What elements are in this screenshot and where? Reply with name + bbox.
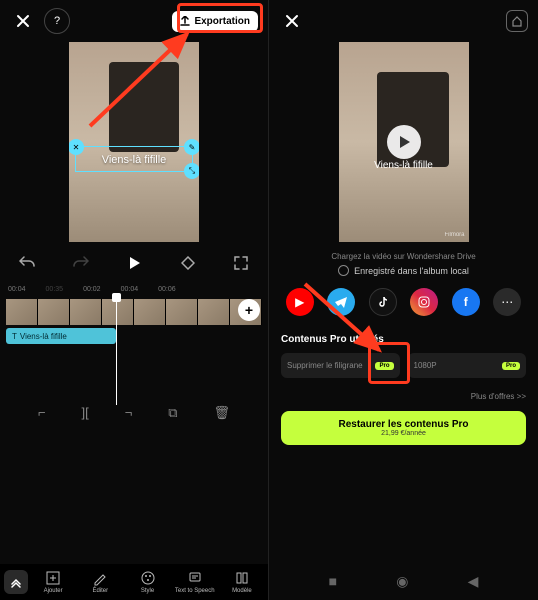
time-mark: 00:02: [83, 286, 101, 293]
model-tool[interactable]: Modèle: [220, 570, 264, 594]
expand-button[interactable]: [4, 570, 28, 594]
topbar: ? Exportation: [0, 0, 268, 42]
android-nav: ■ ◉ ◀: [269, 563, 538, 600]
nav-home-icon[interactable]: ◉: [396, 573, 408, 590]
preview-subject: [109, 62, 179, 152]
more-offers-link[interactable]: Plus d'offres >>: [269, 386, 538, 407]
tiktok-icon[interactable]: [369, 288, 397, 316]
pro-badge: Pro: [502, 362, 520, 370]
delete-handle-icon[interactable]: ✕: [69, 139, 84, 155]
edit-handle-icon[interactable]: ✎: [184, 139, 199, 155]
thumb: [166, 299, 198, 325]
add-clip-button[interactable]: +: [238, 299, 260, 321]
remove-watermark-button[interactable]: Supprimer le filigrane Pro: [281, 353, 400, 378]
btn-label: Supprimer le filigrane: [287, 361, 363, 370]
help-button[interactable]: ?: [44, 8, 70, 34]
facebook-icon[interactable]: f: [452, 288, 480, 316]
topbar: [269, 0, 538, 42]
timecode-ruler: 00:04 00:35 00:02 00:04 00:06: [0, 284, 268, 295]
export-preview[interactable]: Viens-là fifille Filmora: [339, 42, 469, 242]
thumb: [198, 299, 230, 325]
share-row: ▶ f ⋯: [269, 284, 538, 326]
delete-icon[interactable]: 🗑: [214, 405, 231, 421]
undo-button[interactable]: [14, 250, 40, 276]
close-button[interactable]: [10, 8, 36, 34]
thumb: [102, 299, 134, 325]
copy-icon[interactable]: ⧉: [168, 405, 177, 421]
clip-thumbnails[interactable]: [6, 299, 262, 325]
time-total: 00:35: [46, 286, 64, 293]
thumb: [70, 299, 102, 325]
tool-label: Modèle: [232, 588, 252, 594]
timeline[interactable]: + T Viens-là fifille: [0, 295, 268, 355]
split-icon[interactable]: ][: [82, 405, 89, 421]
bottom-toolbar: Ajouter Éditer Style Text to Speech Modè…: [0, 564, 268, 600]
overlay-text[interactable]: Viens-là fifille: [79, 154, 189, 166]
restore-title: Restaurer les contenus Pro: [289, 419, 518, 430]
thumb: [6, 299, 38, 325]
style-tool[interactable]: Style: [125, 570, 169, 594]
youtube-icon[interactable]: ▶: [286, 288, 314, 316]
nav-recent-icon[interactable]: ■: [329, 573, 337, 590]
time-mark: 00:04: [121, 286, 139, 293]
watermark: Filmora: [444, 232, 464, 238]
split-right-icon[interactable]: ¬: [125, 405, 133, 421]
tool-label: Style: [141, 588, 154, 594]
playhead[interactable]: [116, 295, 117, 405]
keyframe-button[interactable]: [175, 250, 201, 276]
tool-label: Text to Speech: [175, 588, 215, 594]
pro-badge: Pro: [375, 362, 393, 370]
time-mark: 00:06: [158, 286, 176, 293]
export-label: Exportation: [194, 16, 250, 27]
text-clip-label: Viens-là fifille: [20, 332, 67, 341]
video-preview[interactable]: ✕ ✎ ⤡ Viens-là fifille: [69, 42, 199, 242]
restore-price: 21,99 €/année: [289, 430, 518, 437]
export-button[interactable]: Exportation: [172, 11, 258, 32]
resolution-button[interactable]: 1080P Pro: [408, 353, 527, 378]
tts-tool[interactable]: Text to Speech: [173, 570, 217, 594]
tool-label: Ajouter: [44, 588, 63, 594]
pro-title: Contenus Pro utilisés: [281, 334, 526, 345]
save-local-label: Enregistré dans l'album local: [354, 266, 469, 276]
time-current: 00:04: [8, 286, 26, 293]
export-panel: Viens-là fifille Filmora Chargez la vidé…: [269, 0, 538, 600]
clip-edit-row: ⌐ ][ ¬ ⧉ 🗑: [0, 397, 268, 429]
fullscreen-button[interactable]: [228, 250, 254, 276]
instagram-icon[interactable]: [410, 288, 438, 316]
editor-panel: ? Exportation ✕ ✎ ⤡ Viens-là fifille 00:…: [0, 0, 269, 600]
radio-icon: [338, 265, 349, 276]
edit-tool[interactable]: Éditer: [78, 570, 122, 594]
playback-bar: [0, 242, 268, 284]
btn-label: 1080P: [414, 361, 437, 370]
more-share-icon[interactable]: ⋯: [493, 288, 521, 316]
split-left-icon[interactable]: ⌐: [38, 405, 46, 421]
upload-info: Chargez la vidéo sur Wondershare Drive: [269, 250, 538, 263]
thumb: [134, 299, 166, 325]
text-clip[interactable]: T Viens-là fifille: [6, 328, 116, 344]
redo-button[interactable]: [68, 250, 94, 276]
play-icon[interactable]: [387, 125, 421, 159]
pro-row: Supprimer le filigrane Pro 1080P Pro: [281, 353, 526, 378]
overlay-text: Viens-là fifille: [339, 160, 469, 171]
close-button[interactable]: [279, 8, 305, 34]
pro-section: Contenus Pro utilisés Supprimer le filig…: [269, 326, 538, 386]
play-button[interactable]: [121, 250, 147, 276]
thumb: [38, 299, 70, 325]
nav-back-icon[interactable]: ◀: [468, 573, 479, 590]
restore-button[interactable]: Restaurer les contenus Pro 21,99 €/année: [281, 411, 526, 445]
home-button[interactable]: [506, 10, 528, 32]
add-tool[interactable]: Ajouter: [31, 570, 75, 594]
save-local-option[interactable]: Enregistré dans l'album local: [269, 263, 538, 284]
text-clip-icon: T: [12, 332, 17, 341]
telegram-icon[interactable]: [327, 288, 355, 316]
tool-label: Éditer: [92, 588, 108, 594]
